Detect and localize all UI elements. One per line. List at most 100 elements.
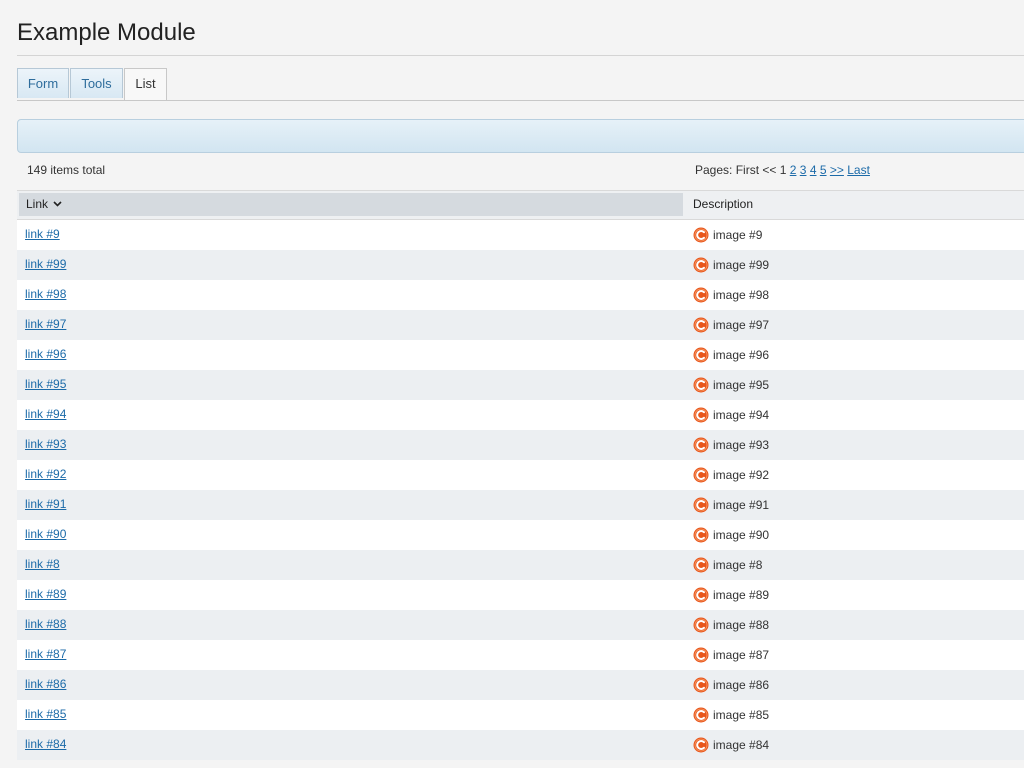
table-row: link #90 image #90: [17, 520, 1024, 550]
column-header-link-label: Link: [26, 197, 49, 211]
pager-page-3[interactable]: 3: [800, 163, 807, 177]
orange-image-icon: [693, 317, 709, 333]
tab-bar: Form Tools List: [17, 68, 1024, 101]
row-description-text: image #90: [713, 528, 770, 542]
table-row: link #99 image #99: [17, 250, 1024, 280]
row-description: image #91: [693, 496, 769, 514]
row-description-text: image #98: [713, 288, 770, 302]
row-description: image #90: [693, 526, 769, 544]
pager-page-5[interactable]: 5: [820, 163, 827, 177]
row-description-text: image #9: [713, 228, 763, 242]
row-description-text: image #84: [713, 738, 770, 752]
row-link[interactable]: link #86: [25, 677, 66, 691]
items-table: Link Description link #9 image #9 link #99…: [17, 190, 1024, 760]
tab-tools[interactable]: Tools: [70, 68, 123, 98]
row-description-text: image #95: [713, 378, 770, 392]
table-row: link #92 image #92: [17, 460, 1024, 490]
orange-image-icon: [693, 257, 709, 273]
row-link[interactable]: link #99: [25, 257, 66, 271]
orange-image-icon: [693, 677, 709, 693]
row-description-text: image #87: [713, 648, 770, 662]
pager-page-4[interactable]: 4: [810, 163, 817, 177]
table-row: link #9 image #9: [17, 220, 1024, 250]
row-description: image #89: [693, 586, 769, 604]
row-description-text: image #96: [713, 348, 770, 362]
table-row: link #91 image #91: [17, 490, 1024, 520]
row-description: image #84: [693, 736, 769, 754]
row-description-text: image #85: [713, 708, 770, 722]
pager-prev: <<: [762, 163, 777, 177]
row-link[interactable]: link #98: [25, 287, 66, 301]
row-description: image #92: [693, 466, 769, 484]
table-row: link #88 image #88: [17, 610, 1024, 640]
tab-form[interactable]: Form: [17, 68, 69, 98]
row-description-text: image #94: [713, 408, 770, 422]
table-row: link #94 image #94: [17, 400, 1024, 430]
pager-next[interactable]: >>: [830, 163, 844, 177]
orange-image-icon: [693, 527, 709, 543]
row-link[interactable]: link #92: [25, 467, 66, 481]
table-row: link #8 image #8: [17, 550, 1024, 580]
row-description-text: image #8: [713, 558, 763, 572]
row-description-text: image #97: [713, 318, 770, 332]
table-row: link #95 image #95: [17, 370, 1024, 400]
row-description: image #97: [693, 316, 769, 334]
row-description: image #88: [693, 616, 769, 634]
row-description: image #99: [693, 256, 769, 274]
pager-current: 1: [779, 163, 787, 177]
row-link[interactable]: link #8: [25, 557, 60, 571]
table-row: link #93 image #93: [17, 430, 1024, 460]
orange-image-icon: [693, 707, 709, 723]
table-row: link #98 image #98: [17, 280, 1024, 310]
items-total: 149 items total: [27, 163, 106, 177]
row-link[interactable]: link #84: [25, 737, 66, 751]
row-description: image #87: [693, 646, 769, 664]
list-toolbar: [17, 119, 1024, 153]
row-description-text: image #93: [713, 438, 770, 452]
orange-image-icon: [693, 407, 709, 423]
row-description: image #96: [693, 346, 769, 364]
orange-image-icon: [693, 467, 709, 483]
row-description: image #9: [693, 226, 762, 244]
row-description-text: image #89: [713, 588, 770, 602]
column-header-description: Description: [693, 197, 754, 211]
orange-image-icon: [693, 227, 709, 243]
table-row: link #87 image #87: [17, 640, 1024, 670]
row-link[interactable]: link #90: [25, 527, 66, 541]
row-link[interactable]: link #85: [25, 707, 66, 721]
pager-last[interactable]: Last: [847, 163, 870, 177]
table-row: link #86 image #86: [17, 670, 1024, 700]
row-link[interactable]: link #9: [25, 227, 60, 241]
row-link[interactable]: link #88: [25, 617, 66, 631]
table-body: link #9 image #9 link #99 image #99 link #98…: [17, 220, 1024, 760]
row-link[interactable]: link #94: [25, 407, 66, 421]
title-divider: [17, 55, 1024, 56]
row-link[interactable]: link #93: [25, 437, 66, 451]
orange-image-icon: [693, 737, 709, 753]
orange-image-icon: [693, 557, 709, 573]
row-link[interactable]: link #96: [25, 347, 66, 361]
row-link[interactable]: link #91: [25, 497, 66, 511]
row-link[interactable]: link #87: [25, 647, 66, 661]
table-row: link #84 image #84: [17, 730, 1024, 760]
orange-image-icon: [693, 377, 709, 393]
orange-image-icon: [693, 617, 709, 633]
pagination: Pages: First << 1 2 3 4 5 >> Last: [695, 163, 870, 177]
row-link[interactable]: link #97: [25, 317, 66, 331]
row-description: image #98: [693, 286, 769, 304]
table-header: Link Description: [17, 190, 1024, 220]
orange-image-icon: [693, 437, 709, 453]
orange-image-icon: [693, 497, 709, 513]
row-description-text: image #88: [713, 618, 770, 632]
table-row: link #96 image #96: [17, 340, 1024, 370]
column-header-link[interactable]: Link: [19, 193, 683, 216]
orange-image-icon: [693, 647, 709, 663]
page-title: Example Module: [17, 19, 196, 46]
pager-page-2[interactable]: 2: [790, 163, 797, 177]
row-description: image #8: [693, 556, 762, 574]
tab-list[interactable]: List: [124, 68, 167, 100]
table-row: link #97 image #97: [17, 310, 1024, 340]
row-link[interactable]: link #89: [25, 587, 66, 601]
row-link[interactable]: link #95: [25, 377, 66, 391]
orange-image-icon: [693, 347, 709, 363]
